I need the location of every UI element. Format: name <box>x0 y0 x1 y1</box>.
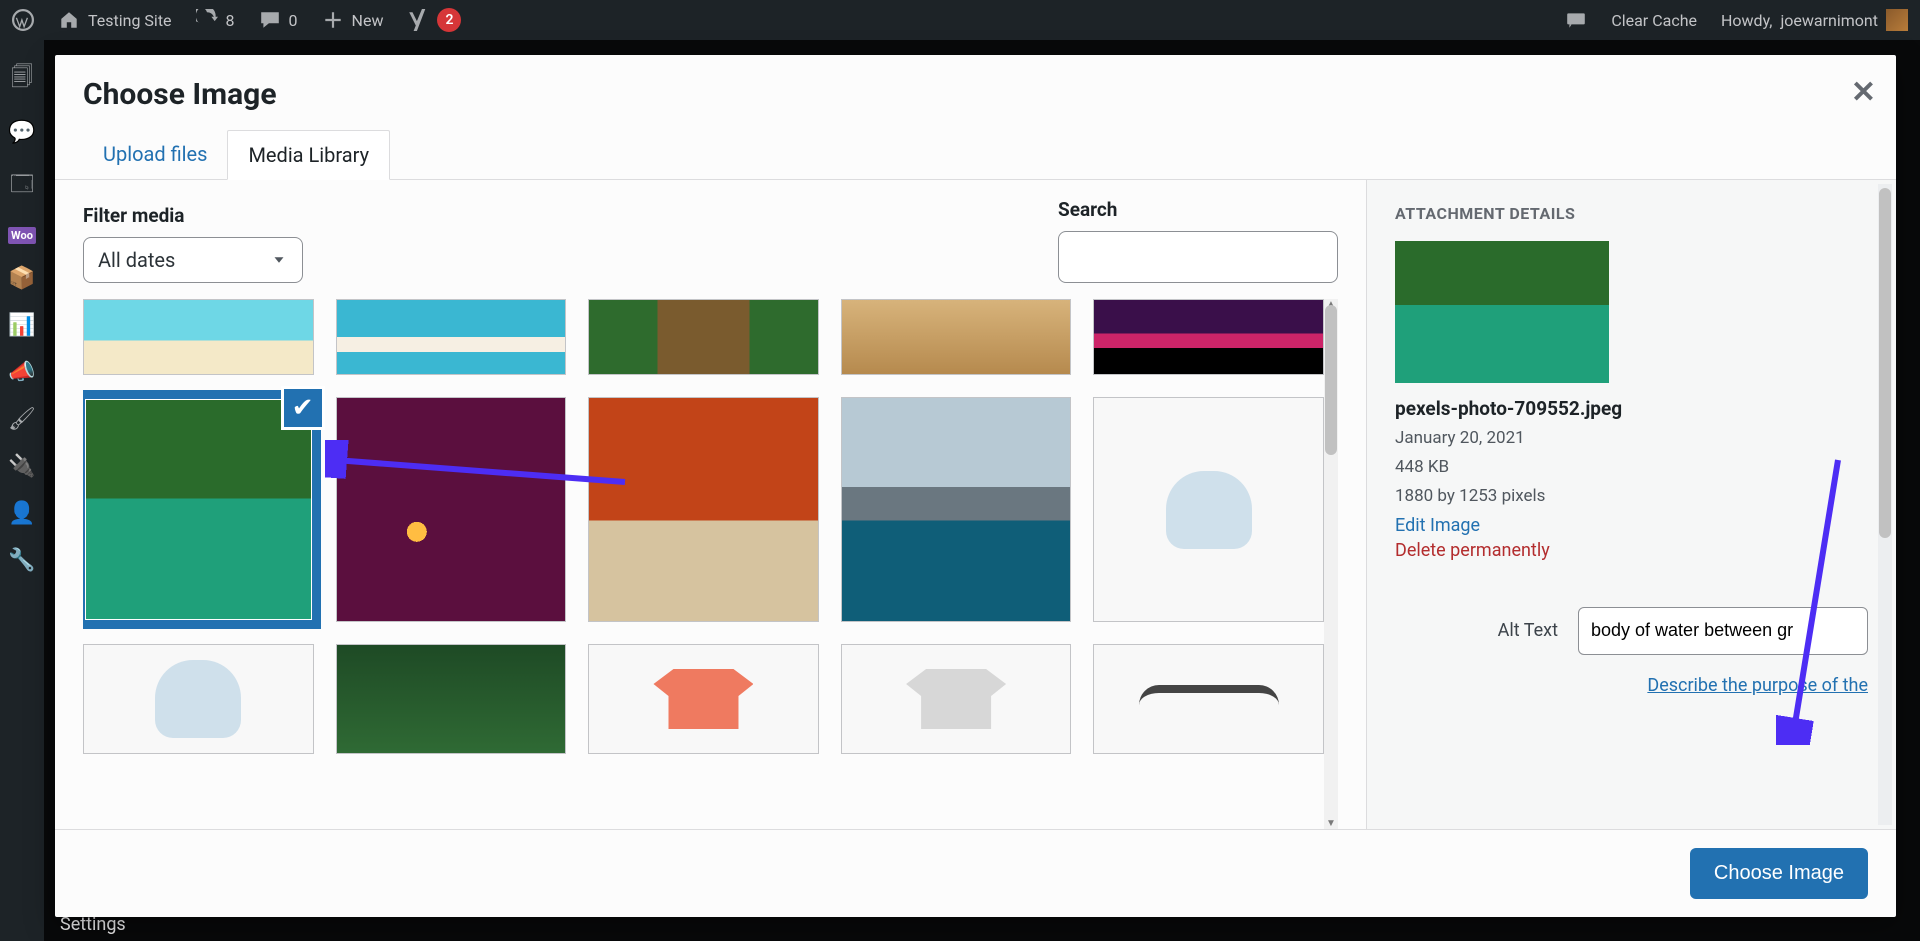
analytics-icon[interactable]: 📊 <box>8 313 35 338</box>
comments-link[interactable]: 0 <box>247 0 310 40</box>
avatar <box>1886 9 1908 31</box>
refresh-icon <box>196 9 218 31</box>
close-button[interactable]: ✕ <box>1851 75 1876 110</box>
attachment-filename: pexels-photo-709552.jpeg <box>1395 397 1868 420</box>
yoast-count: 2 <box>437 8 461 32</box>
delete-permanently-link[interactable]: Delete permanently <box>1395 540 1550 561</box>
media-thumb[interactable] <box>1093 397 1324 622</box>
comment-icon <box>259 9 281 31</box>
wordpress-icon <box>12 9 34 31</box>
site-link[interactable]: Testing Site <box>46 0 184 40</box>
media-thumb[interactable] <box>336 299 567 375</box>
tshirt-illustration <box>653 669 753 729</box>
notifications-link[interactable] <box>1553 0 1599 40</box>
woo-icon[interactable]: Woo <box>8 227 36 244</box>
updates-link[interactable]: 8 <box>184 0 247 40</box>
media-thumb[interactable] <box>336 397 567 622</box>
new-label: New <box>352 11 384 30</box>
wp-admin-bar: Testing Site 8 0 New 2 Clear Cache Howdy… <box>0 0 1920 40</box>
media-thumb[interactable] <box>1093 644 1324 754</box>
tshirt-illustration <box>906 669 1006 729</box>
media-thumb[interactable] <box>588 299 819 375</box>
clear-cache-link[interactable]: Clear Cache <box>1599 0 1709 40</box>
wp-logo[interactable] <box>0 0 46 40</box>
home-icon <box>58 9 80 31</box>
tools-icon[interactable]: 🔧 <box>8 548 35 573</box>
admin-menu: 🗐 💬 🗔 Woo 📦 📊 📣 🖌 🔌 👤 🔧 <box>0 40 44 941</box>
updates-count: 8 <box>226 11 235 30</box>
media-thumb[interactable] <box>83 299 314 375</box>
attachment-details-heading: ATTACHMENT DETAILS <box>1395 204 1868 223</box>
media-footer: Choose Image <box>55 829 1896 917</box>
search-input[interactable] <box>1058 231 1338 283</box>
scroll-handle[interactable] <box>1325 305 1337 455</box>
scroll-handle[interactable] <box>1879 188 1891 538</box>
appearance-icon[interactable]: 🖌 <box>8 407 36 432</box>
media-thumb[interactable] <box>588 644 819 754</box>
pages-icon[interactable]: 🗐 <box>11 60 33 98</box>
marketing-icon[interactable]: 📣 <box>8 360 35 385</box>
new-link[interactable]: New <box>310 0 396 40</box>
attachment-filesize: 448 KB <box>1395 453 1868 482</box>
media-thumb[interactable] <box>841 397 1072 622</box>
describe-purpose-link[interactable]: Describe the purpose of the <box>1647 675 1868 696</box>
plus-icon <box>322 9 344 31</box>
alt-text-input[interactable] <box>1578 607 1868 655</box>
hoodie-illustration <box>155 660 241 738</box>
media-tabs: Upload files Media Library <box>55 130 1896 180</box>
search-group: Search <box>1058 198 1338 283</box>
media-thumb[interactable] <box>841 299 1072 375</box>
media-thumb[interactable] <box>336 644 567 754</box>
date-filter-value: All dates <box>98 248 175 272</box>
media-thumb[interactable] <box>83 644 314 754</box>
attachment-date: January 20, 2021 <box>1395 424 1868 453</box>
media-browser: Filter media All dates Search <box>55 180 1366 829</box>
clear-cache-label: Clear Cache <box>1611 11 1697 30</box>
comments-menu-icon[interactable]: 💬 <box>8 120 35 145</box>
username: joewarnimont <box>1780 11 1878 30</box>
media-thumb[interactable] <box>1093 299 1324 375</box>
settings-menu-label[interactable]: Settings <box>60 914 126 935</box>
media-thumb[interactable] <box>588 397 819 622</box>
alt-text-label: Alt Text <box>1498 620 1558 641</box>
edit-image-link[interactable]: Edit Image <box>1395 515 1480 536</box>
media-grid: ✔ <box>83 299 1324 754</box>
attachment-details: ATTACHMENT DETAILS pexels-photo-709552.j… <box>1366 180 1896 829</box>
filter-media-group: Filter media All dates <box>83 204 303 283</box>
yoast-icon <box>407 9 429 31</box>
filter-media-label: Filter media <box>83 204 303 227</box>
forms-icon[interactable]: 🗔 <box>10 167 34 205</box>
products-icon[interactable]: 📦 <box>8 266 35 291</box>
check-icon[interactable]: ✔ <box>281 386 325 430</box>
account-link[interactable]: Howdy, joewarnimont <box>1709 0 1920 40</box>
plugins-icon[interactable]: 🔌 <box>8 454 35 479</box>
attachment-preview <box>1395 241 1609 383</box>
choose-image-button[interactable]: Choose Image <box>1690 848 1868 899</box>
attachment-dimensions: 1880 by 1253 pixels <box>1395 482 1868 511</box>
modal-title: Choose Image <box>55 55 1896 130</box>
tab-media-library[interactable]: Media Library <box>227 130 390 180</box>
media-modal: ✕ Choose Image Upload files Media Librar… <box>55 55 1896 917</box>
date-filter-select[interactable]: All dates <box>83 237 303 283</box>
chat-icon <box>1565 9 1587 31</box>
media-thumb[interactable] <box>841 644 1072 754</box>
site-title: Testing Site <box>88 11 172 30</box>
search-label: Search <box>1058 198 1338 221</box>
sidebar-scrollbar[interactable] <box>1878 184 1892 825</box>
chevron-down-icon <box>270 251 288 269</box>
grid-scrollbar[interactable]: ▲ ▼ <box>1324 299 1338 829</box>
comments-count: 0 <box>289 11 298 30</box>
users-icon[interactable]: 👤 <box>8 501 35 526</box>
media-thumb-selected[interactable]: ✔ <box>83 397 314 622</box>
howdy-prefix: Howdy, <box>1721 11 1772 30</box>
tab-upload-files[interactable]: Upload files <box>83 130 227 179</box>
yoast-link[interactable]: 2 <box>395 0 473 40</box>
scroll-down-icon[interactable]: ▼ <box>1324 818 1338 829</box>
hoodie-illustration <box>1166 471 1252 549</box>
glasses-illustration <box>1139 685 1279 713</box>
